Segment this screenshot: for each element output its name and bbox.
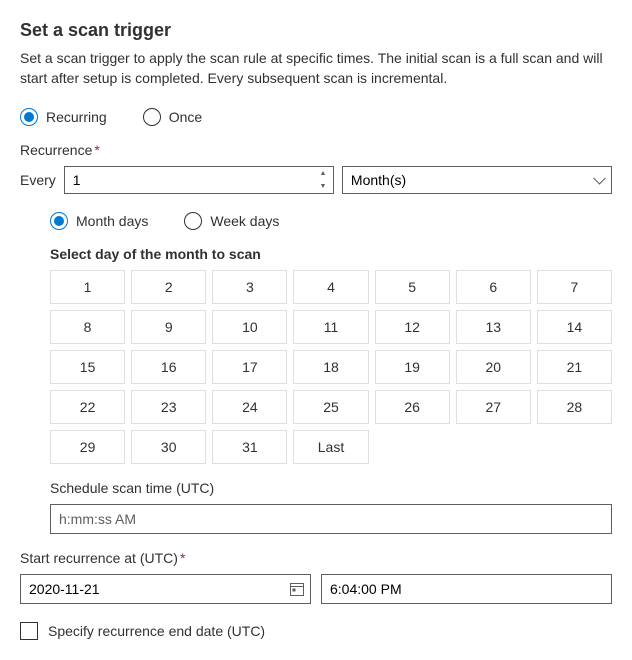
day-cell[interactable]: 14 [537,310,612,344]
schedule-time-input[interactable] [50,504,612,534]
day-cell[interactable]: 17 [212,350,287,384]
week-days-label: Week days [210,213,279,229]
every-input[interactable] [64,166,334,194]
day-cell[interactable]: Last [293,430,368,464]
day-cell[interactable]: 25 [293,390,368,424]
unit-select[interactable]: Month(s) [342,166,612,194]
schedule-time-label: Schedule scan time (UTC) [50,480,612,496]
radio-icon [143,108,161,126]
day-cell[interactable]: 18 [293,350,368,384]
day-cell[interactable]: 10 [212,310,287,344]
day-cell[interactable]: 3 [212,270,287,304]
day-cell[interactable]: 23 [131,390,206,424]
start-time-input[interactable] [321,574,612,604]
end-date-label: Specify recurrence end date (UTC) [48,623,265,639]
day-cell[interactable]: 22 [50,390,125,424]
day-cell[interactable]: 24 [212,390,287,424]
day-cell[interactable]: 15 [50,350,125,384]
start-date-input[interactable] [20,574,311,604]
day-cell[interactable]: 16 [131,350,206,384]
day-cell[interactable]: 26 [375,390,450,424]
day-cell[interactable]: 5 [375,270,450,304]
day-cell[interactable]: 6 [456,270,531,304]
spin-up-icon[interactable]: ▲ [313,167,333,180]
day-grid: 1234567891011121314151617181920212223242… [50,270,612,464]
day-cell[interactable]: 8 [50,310,125,344]
day-cell[interactable]: 21 [537,350,612,384]
page-description: Set a scan trigger to apply the scan rul… [20,49,612,88]
day-cell[interactable]: 20 [456,350,531,384]
page-title: Set a scan trigger [20,20,612,41]
recurring-radio[interactable]: Recurring [20,108,107,126]
day-cell[interactable]: 31 [212,430,287,464]
radio-icon [20,108,38,126]
spin-down-icon[interactable]: ▼ [313,180,333,193]
day-cell[interactable]: 4 [293,270,368,304]
recurring-label: Recurring [46,109,107,125]
day-cell[interactable]: 1 [50,270,125,304]
start-label: Start recurrence at (UTC)* [20,550,612,566]
recurrence-label: Recurrence* [20,142,612,158]
day-cell[interactable]: 13 [456,310,531,344]
day-type-group: Month days Week days [50,212,612,230]
once-label: Once [169,109,202,125]
day-cell[interactable]: 29 [50,430,125,464]
month-days-label: Month days [76,213,148,229]
month-days-radio[interactable]: Month days [50,212,148,230]
select-day-label: Select day of the month to scan [50,246,612,262]
day-cell[interactable]: 27 [456,390,531,424]
day-cell[interactable]: 9 [131,310,206,344]
day-cell[interactable]: 28 [537,390,612,424]
end-date-checkbox[interactable] [20,622,38,640]
radio-icon [50,212,68,230]
radio-icon [184,212,202,230]
day-cell[interactable]: 19 [375,350,450,384]
once-radio[interactable]: Once [143,108,202,126]
trigger-type-group: Recurring Once [20,108,612,126]
every-label: Every [20,172,56,188]
day-cell[interactable]: 11 [293,310,368,344]
day-cell[interactable]: 12 [375,310,450,344]
day-cell[interactable]: 7 [537,270,612,304]
week-days-radio[interactable]: Week days [184,212,279,230]
day-cell[interactable]: 30 [131,430,206,464]
day-cell[interactable]: 2 [131,270,206,304]
